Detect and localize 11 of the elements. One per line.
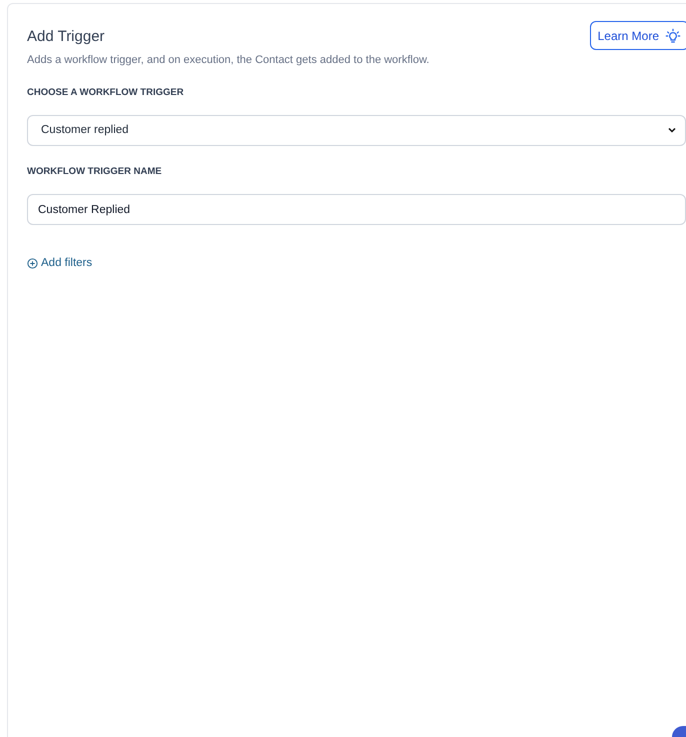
add-filters-link[interactable]: Add filters (27, 255, 92, 272)
plus-circle-icon (27, 258, 38, 270)
field-label: WORKFLOW TRIGGER NAME (27, 164, 163, 179)
trigger-select[interactable]: Customer replied (27, 114, 686, 146)
panel-title: Add Trigger (27, 27, 106, 47)
lightbulb-icon (665, 28, 681, 44)
trigger-name-field[interactable]: Customer Replied (27, 194, 686, 225)
field-label: CHOOSE A WORKFLOW TRIGGER (27, 86, 185, 100)
chevron-down-icon (667, 125, 677, 136)
panel-description: Adds a workflow trigger, and on execution, the Contact gets added to the workflow. (27, 53, 430, 68)
learn-more-button[interactable]: Learn More (590, 21, 686, 50)
